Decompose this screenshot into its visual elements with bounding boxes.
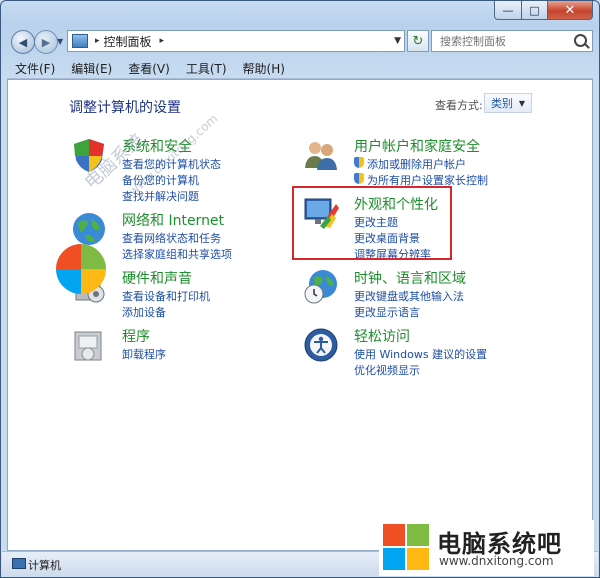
windows-logo-icon bbox=[56, 244, 106, 294]
windows-logo-icon bbox=[383, 524, 429, 570]
breadcrumb-separator-icon[interactable]: ▸ bbox=[160, 36, 165, 46]
menu-file[interactable]: 文件(F) bbox=[7, 60, 63, 77]
category-title[interactable]: 轻松访问 bbox=[354, 326, 410, 346]
search-box[interactable] bbox=[431, 30, 593, 52]
category-link[interactable]: 使用 Windows 建议的设置 bbox=[354, 346, 487, 362]
breadcrumb-separator-icon[interactable]: ▸ bbox=[95, 36, 100, 46]
category-link[interactable]: 添加或删除用户帐户 bbox=[354, 156, 466, 172]
address-bar[interactable]: ▸ 控制面板 ▸ ▼ bbox=[67, 30, 405, 52]
search-icon[interactable] bbox=[574, 34, 587, 47]
uac-shield-icon bbox=[354, 173, 364, 184]
forward-button[interactable]: ▶ bbox=[34, 30, 58, 54]
category-link[interactable]: 添加设备 bbox=[122, 304, 166, 320]
view-by-label: 查看方式: bbox=[435, 99, 483, 112]
address-dropdown-icon[interactable]: ▼ bbox=[394, 36, 401, 46]
category-title[interactable]: 时钟、语言和区域 bbox=[354, 268, 466, 288]
uac-shield-icon bbox=[354, 157, 364, 168]
view-by-value[interactable]: 类别 bbox=[491, 95, 513, 111]
brand-url: www.dnxitong.com bbox=[439, 554, 554, 568]
category-link[interactable]: 选择家庭组和共享选项 bbox=[122, 246, 232, 262]
category-title[interactable]: 用户帐户和家庭安全 bbox=[354, 136, 480, 156]
category-title[interactable]: 网络和 Internet bbox=[122, 210, 224, 230]
status-text: 计算机 bbox=[28, 559, 61, 572]
refresh-icon: ↻ bbox=[412, 33, 424, 49]
network-globe-icon bbox=[73, 213, 105, 245]
user-accounts-icon bbox=[305, 142, 337, 170]
category-title[interactable]: 硬件和声音 bbox=[122, 268, 192, 288]
content-pane: 调整计算机的设置 查看方式: 类别 ▼ 系统和安全 查看您的计算机状态 备份您的… bbox=[7, 79, 593, 551]
search-input[interactable] bbox=[438, 33, 582, 49]
category-link[interactable]: 更改显示语言 bbox=[354, 304, 420, 320]
menu-help[interactable]: 帮助(H) bbox=[235, 60, 293, 77]
category-link[interactable]: 优化视频显示 bbox=[354, 362, 420, 378]
breadcrumb-control-panel[interactable]: 控制面板 bbox=[104, 33, 152, 50]
category-title[interactable]: 程序 bbox=[122, 326, 150, 346]
clock-globe-icon bbox=[304, 270, 337, 304]
category-link[interactable]: 卸载程序 bbox=[122, 346, 166, 362]
page-title: 调整计算机的设置 bbox=[69, 100, 181, 116]
close-button[interactable]: ✕ bbox=[548, 1, 593, 20]
menu-tools[interactable]: 工具(T) bbox=[178, 60, 235, 77]
view-by-select[interactable]: 类别 ▼ bbox=[484, 93, 532, 113]
menu-bar: 文件(F) 编辑(E) 查看(V) 工具(T) 帮助(H) bbox=[7, 58, 593, 79]
forward-arrow-icon: ▶ bbox=[41, 35, 51, 49]
category-link[interactable]: 更改键盘或其他输入法 bbox=[354, 288, 464, 304]
back-arrow-icon: ◀ bbox=[18, 35, 28, 49]
category-link-text[interactable]: 添加或删除用户帐户 bbox=[367, 158, 466, 171]
minimize-button[interactable]: — bbox=[494, 1, 522, 20]
ease-of-access-icon bbox=[304, 328, 338, 362]
brand-logo: 电脑系统吧 www.dnxitong.com bbox=[379, 520, 594, 576]
category-link[interactable]: 查看网络状态和任务 bbox=[122, 230, 221, 246]
control-panel-icon bbox=[72, 34, 88, 48]
maximize-button[interactable]: □ bbox=[522, 1, 548, 20]
menu-view[interactable]: 查看(V) bbox=[120, 60, 178, 77]
category-link[interactable]: 查看设备和打印机 bbox=[122, 288, 210, 304]
programs-icon bbox=[74, 331, 102, 361]
highlight-box bbox=[292, 186, 452, 260]
menu-edit[interactable]: 编辑(E) bbox=[63, 60, 120, 77]
window-controls: — □ ✕ bbox=[494, 1, 593, 20]
recent-pages-dropdown[interactable]: ▼ bbox=[57, 37, 63, 46]
back-button[interactable]: ◀ bbox=[11, 30, 35, 54]
navigation-bar: ◀ ▶ ▼ ▸ 控制面板 ▸ ▼ ↻ bbox=[7, 29, 593, 55]
refresh-button[interactable]: ↻ bbox=[407, 30, 429, 52]
chevron-down-icon[interactable]: ▼ bbox=[519, 99, 525, 108]
control-panel-window: — □ ✕ ◀ ▶ ▼ ▸ 控制面板 ▸ ▼ ↻ 文件(F) 编辑(E) 查看(… bbox=[0, 0, 600, 578]
computer-icon bbox=[12, 558, 26, 569]
